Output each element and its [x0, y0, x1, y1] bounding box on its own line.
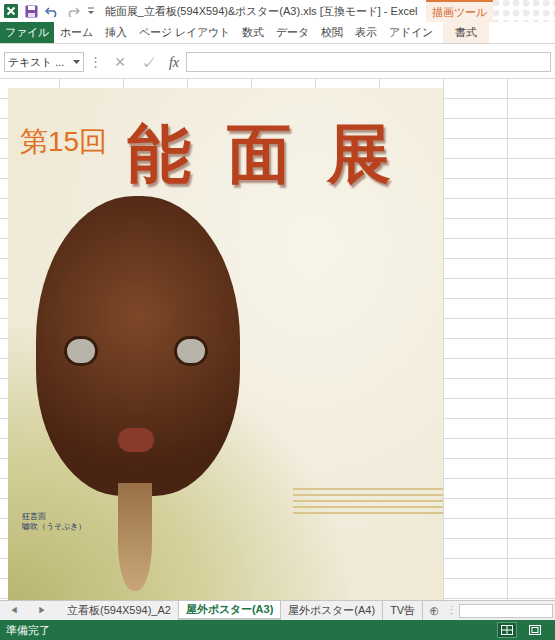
context-tab-group: 描画ツール: [426, 0, 493, 22]
ribbon-tabs: ファイルホーム挿入ページ レイアウト数式データ校閲表示アドイン 書式: [0, 22, 555, 44]
ribbon-tab-label[interactable]: 数式: [242, 24, 264, 41]
noh-mask-photo: [36, 196, 240, 496]
page-layout-view-button[interactable]: [525, 622, 545, 638]
ribbon-tab-label[interactable]: 書式: [455, 24, 477, 41]
dropdown-icon[interactable]: [73, 60, 80, 65]
horizontal-scrollbar[interactable]: [457, 601, 555, 620]
mask-eye: [174, 336, 208, 366]
poster-caption: 狂言面嘘吹（うそぶき）: [22, 512, 86, 532]
title-decoration: [493, 0, 555, 22]
ribbon-tab[interactable]: 挿入: [99, 22, 133, 43]
status-bar: 準備完了: [0, 620, 555, 640]
ribbon-tab[interactable]: データ: [270, 22, 315, 43]
save-icon[interactable]: [25, 5, 38, 18]
ribbon-tab[interactable]: ページ レイアウト: [133, 22, 236, 43]
prev-sheet-button[interactable]: ◀: [0, 601, 28, 620]
redo-icon[interactable]: [66, 5, 80, 17]
ribbon-tab-label[interactable]: 挿入: [105, 24, 127, 41]
poster-edition: 第15回: [20, 128, 107, 156]
grid-view-icon[interactable]: [501, 625, 513, 635]
poster-heading: 第15回能面展: [8, 88, 443, 186]
quick-access-toolbar: [0, 4, 96, 18]
caption-line: 嘘吹（うそぶき）: [22, 522, 86, 532]
ribbon-tab[interactable]: ホーム: [54, 22, 99, 43]
caption-line: 狂言面: [22, 512, 86, 522]
ribbon-tab[interactable]: ファイル: [0, 22, 54, 43]
poster-title: 能面展: [127, 122, 427, 186]
sheet-tab-label[interactable]: 屋外ポスター(A3): [186, 601, 273, 618]
title-wrap: 能面展_立看板(594X594)&ポスター(A3).xls [互換モード] - …: [96, 3, 426, 20]
name-box-value[interactable]: テキスト ...: [8, 54, 64, 71]
ribbon-tab-label[interactable]: ファイル: [5, 24, 49, 41]
formula-separator: ⋮: [84, 52, 106, 72]
sheet-tab-label[interactable]: TV告: [390, 602, 415, 619]
sheet-tab-label[interactable]: 立看板(594X594)_A2: [67, 602, 171, 619]
insert-function-button[interactable]: fx: [162, 52, 186, 73]
window-title: 能面展_立看板(594X594)&ポスター(A3).xls [互換モード] - …: [105, 3, 418, 20]
sheet-tab[interactable]: 屋外ポスター(A3): [179, 601, 281, 620]
cancel-button[interactable]: ×: [106, 53, 134, 71]
ribbon-tab-label[interactable]: 表示: [355, 24, 377, 41]
status-text: 準備完了: [6, 622, 497, 639]
undo-icon[interactable]: [45, 5, 59, 17]
ribbon-tab[interactable]: 書式: [443, 22, 489, 43]
next-sheet-button[interactable]: ▶: [28, 601, 56, 620]
formula-input[interactable]: [186, 52, 551, 72]
tab-split-handle[interactable]: ⋮: [445, 601, 457, 620]
ribbon-tab-label[interactable]: アドイン: [389, 24, 433, 41]
ribbon-tab[interactable]: 数式: [236, 22, 270, 43]
sheet-tabs-bar: ◀▶ 立看板(594X594)_A2 屋外ポスター(A3) 屋外ポスター(A4) TV告…: [0, 600, 555, 620]
mask-mouth: [118, 428, 154, 452]
gold-stripes: [293, 488, 443, 518]
mask-beard: [118, 483, 152, 591]
sheet-tab[interactable]: TV告: [383, 601, 423, 620]
worksheet[interactable]: 第15回能面展狂言面嘘吹（うそぶき）: [0, 78, 555, 600]
view-buttons: [497, 622, 549, 638]
poster[interactable]: 第15回能面展狂言面嘘吹（うそぶき）: [8, 88, 443, 600]
ribbon-tab-label[interactable]: ページ レイアウト: [139, 24, 230, 41]
page-layout-icon[interactable]: [529, 625, 541, 635]
ribbon-tab-label[interactable]: ホーム: [60, 24, 93, 41]
sheet-tab[interactable]: 屋外ポスター(A4): [281, 601, 383, 620]
ribbon-tab[interactable]: 表示: [349, 22, 383, 43]
ribbon-tab[interactable]: アドイン: [383, 22, 439, 43]
name-box[interactable]: テキスト ...: [4, 52, 84, 72]
customize-icon[interactable]: [87, 6, 95, 16]
excel-logo-icon[interactable]: [4, 4, 18, 18]
add-sheet-button[interactable]: ⊕: [423, 601, 445, 620]
sheet-tab[interactable]: 立看板(594X594)_A2: [60, 601, 179, 620]
ribbon-tab-label[interactable]: 校閲: [321, 24, 343, 41]
formula-bar: テキスト ... ⋮×✓fx: [0, 50, 555, 74]
title-bar: 能面展_立看板(594X594)&ポスター(A3).xls [互換モード] - …: [0, 0, 555, 22]
ribbon-tab-label[interactable]: データ: [276, 24, 309, 41]
enter-button[interactable]: ✓: [134, 55, 162, 70]
context-label: 描画ツール: [432, 4, 487, 21]
normal-view-button[interactable]: [497, 622, 517, 638]
scrollbar-track[interactable]: [459, 604, 553, 618]
mask-eye: [64, 336, 98, 366]
sheet-tab-label[interactable]: 屋外ポスター(A4): [288, 602, 375, 619]
ribbon-tab[interactable]: 校閲: [315, 22, 349, 43]
